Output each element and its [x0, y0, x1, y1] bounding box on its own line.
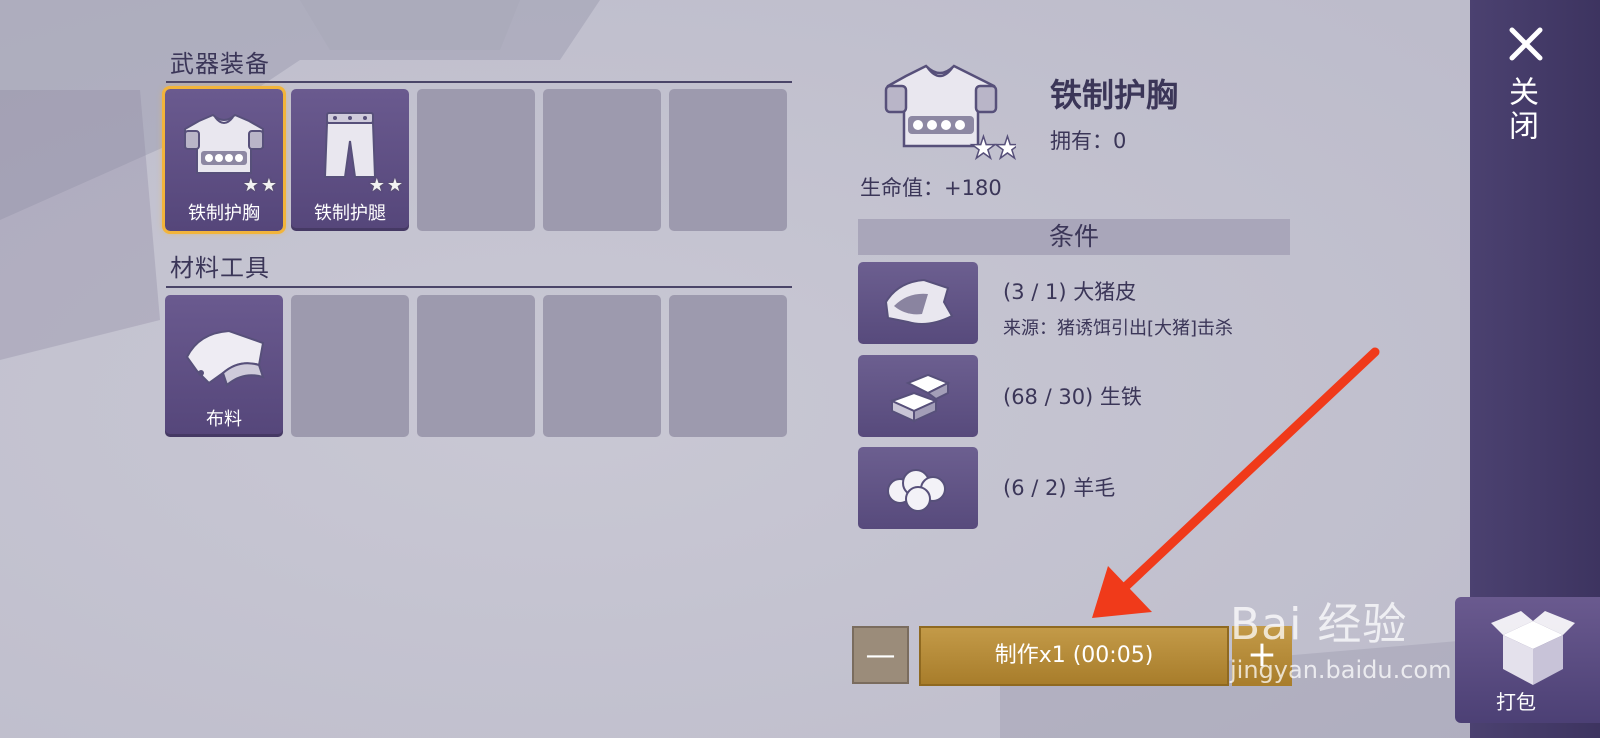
star-icon: ★	[368, 175, 385, 196]
empty-slot	[669, 295, 787, 437]
hide-icon	[884, 278, 954, 325]
section-title-weapons: 武器装备	[170, 50, 270, 78]
craft-button[interactable]: 制作x1 (00:05)	[919, 626, 1229, 686]
section-divider	[166, 286, 792, 288]
star-icon: ★	[386, 175, 403, 196]
section-divider	[166, 81, 792, 83]
decrease-quantity-button[interactable]: —	[852, 626, 909, 684]
requirement-text: (3 / 1) 大猪皮	[1003, 280, 1137, 304]
rarity-stars: ★ ★	[369, 177, 403, 195]
empty-slot	[417, 295, 535, 437]
svg-text:★: ★	[970, 131, 997, 162]
item-label: 铁制护腿	[314, 203, 386, 224]
chest-armor-icon: ★ ★	[884, 64, 1016, 162]
stat-hp: 生命值：+180	[860, 176, 1002, 200]
watermark-url: jingyan.baidu.com	[1230, 656, 1452, 684]
requirement-source: 来源：猪诱饵引出[大猪]击杀	[1003, 318, 1234, 339]
section-title-materials: 材料工具	[170, 254, 270, 282]
rarity-stars: ★ ★	[243, 177, 277, 195]
star-icon: ★	[242, 175, 259, 196]
conditions-header: 条件	[858, 219, 1290, 255]
wool-icon	[887, 469, 946, 512]
item-label: 铁制护胸	[188, 203, 260, 224]
empty-slot	[669, 89, 787, 231]
empty-slot	[417, 89, 535, 231]
item-slot-iron-legs[interactable]: ★ ★ 铁制护腿	[291, 89, 409, 231]
close-icon[interactable]	[1506, 24, 1546, 64]
iron-ingot-icon	[889, 373, 951, 423]
item-label: 布料	[206, 409, 242, 430]
empty-slot	[291, 295, 409, 437]
weapons-grid: ★ ★ 铁制护胸 ★ ★ 铁制护腿	[162, 86, 787, 234]
pack-label: 打包	[1496, 690, 1536, 714]
empty-slot	[543, 295, 661, 437]
requirement-text: (6 / 2) 羊毛	[1003, 476, 1116, 500]
item-slot-iron-chest[interactable]: ★ ★ 铁制护胸	[162, 86, 286, 234]
close-button[interactable]: 关闭	[1503, 76, 1542, 144]
item-slot-cloth[interactable]: 布料	[165, 295, 283, 437]
star-icon: ★	[260, 175, 277, 196]
requirement-iron-slot[interactable]	[858, 355, 978, 437]
svg-text:★: ★	[994, 131, 1016, 162]
package-box-icon	[1491, 611, 1575, 685]
watermark: Bai 经验 jingyan.baidu.com	[1230, 588, 1451, 684]
requirement-hide-slot[interactable]	[858, 262, 978, 344]
owned-count: 拥有：0	[1050, 129, 1127, 153]
watermark-logo-text: Bai 经验	[1230, 599, 1408, 650]
requirement-wool-slot[interactable]	[858, 447, 978, 529]
materials-grid: 布料	[165, 295, 787, 437]
item-title: 铁制护胸	[1050, 76, 1179, 114]
empty-slot	[543, 89, 661, 231]
requirement-text: (68 / 30) 生铁	[1003, 385, 1142, 409]
cloth-icon	[185, 329, 265, 387]
